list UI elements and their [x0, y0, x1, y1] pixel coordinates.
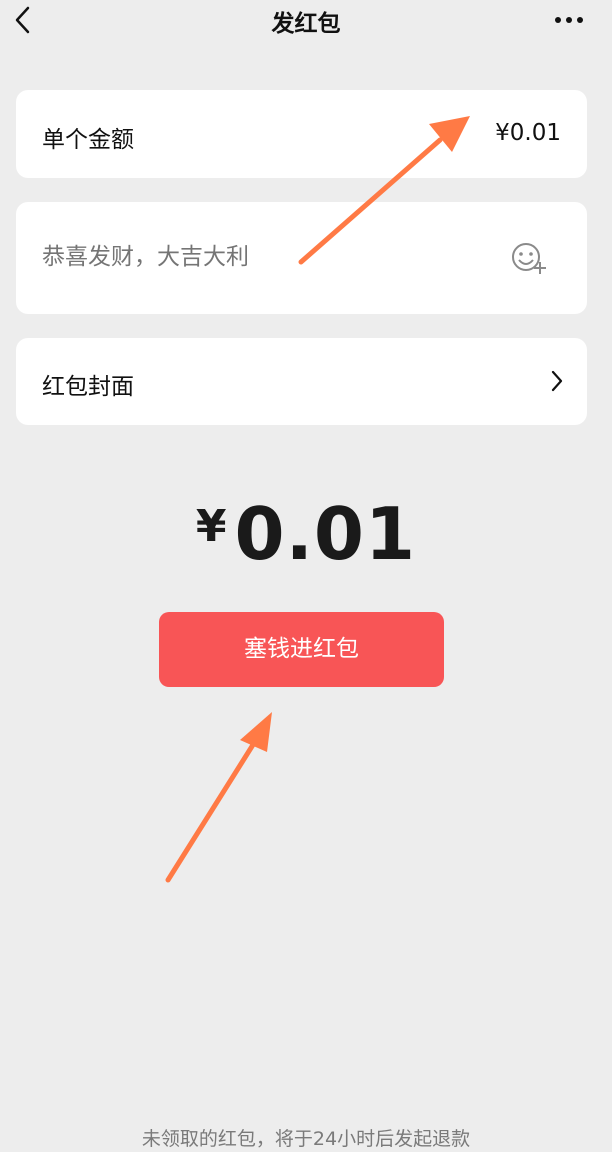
more-dots-icon[interactable]: [550, 8, 590, 32]
amount-label: 单个金额: [42, 127, 134, 153]
header: 发红包: [0, 0, 612, 44]
greeting-input[interactable]: [42, 244, 462, 270]
cover-row[interactable]: 红包封面: [16, 338, 587, 425]
amount-row[interactable]: 单个金额 ¥0.01: [16, 90, 587, 178]
cover-label: 红包封面: [42, 374, 134, 400]
total-amount: ¥0.01: [0, 492, 612, 576]
total-amount-value: 0.01: [234, 492, 417, 576]
greeting-card: [16, 202, 587, 314]
chevron-right-icon: [551, 370, 563, 392]
emoji-add-icon[interactable]: [509, 238, 551, 280]
currency-symbol: ¥: [195, 501, 227, 552]
refund-note: 未领取的红包，将于24小时后发起退款: [141, 1128, 471, 1150]
amount-value[interactable]: ¥0.01: [495, 120, 561, 146]
stuff-money-button[interactable]: 塞钱进红包: [159, 612, 444, 687]
page-title: 发红包: [271, 11, 341, 37]
